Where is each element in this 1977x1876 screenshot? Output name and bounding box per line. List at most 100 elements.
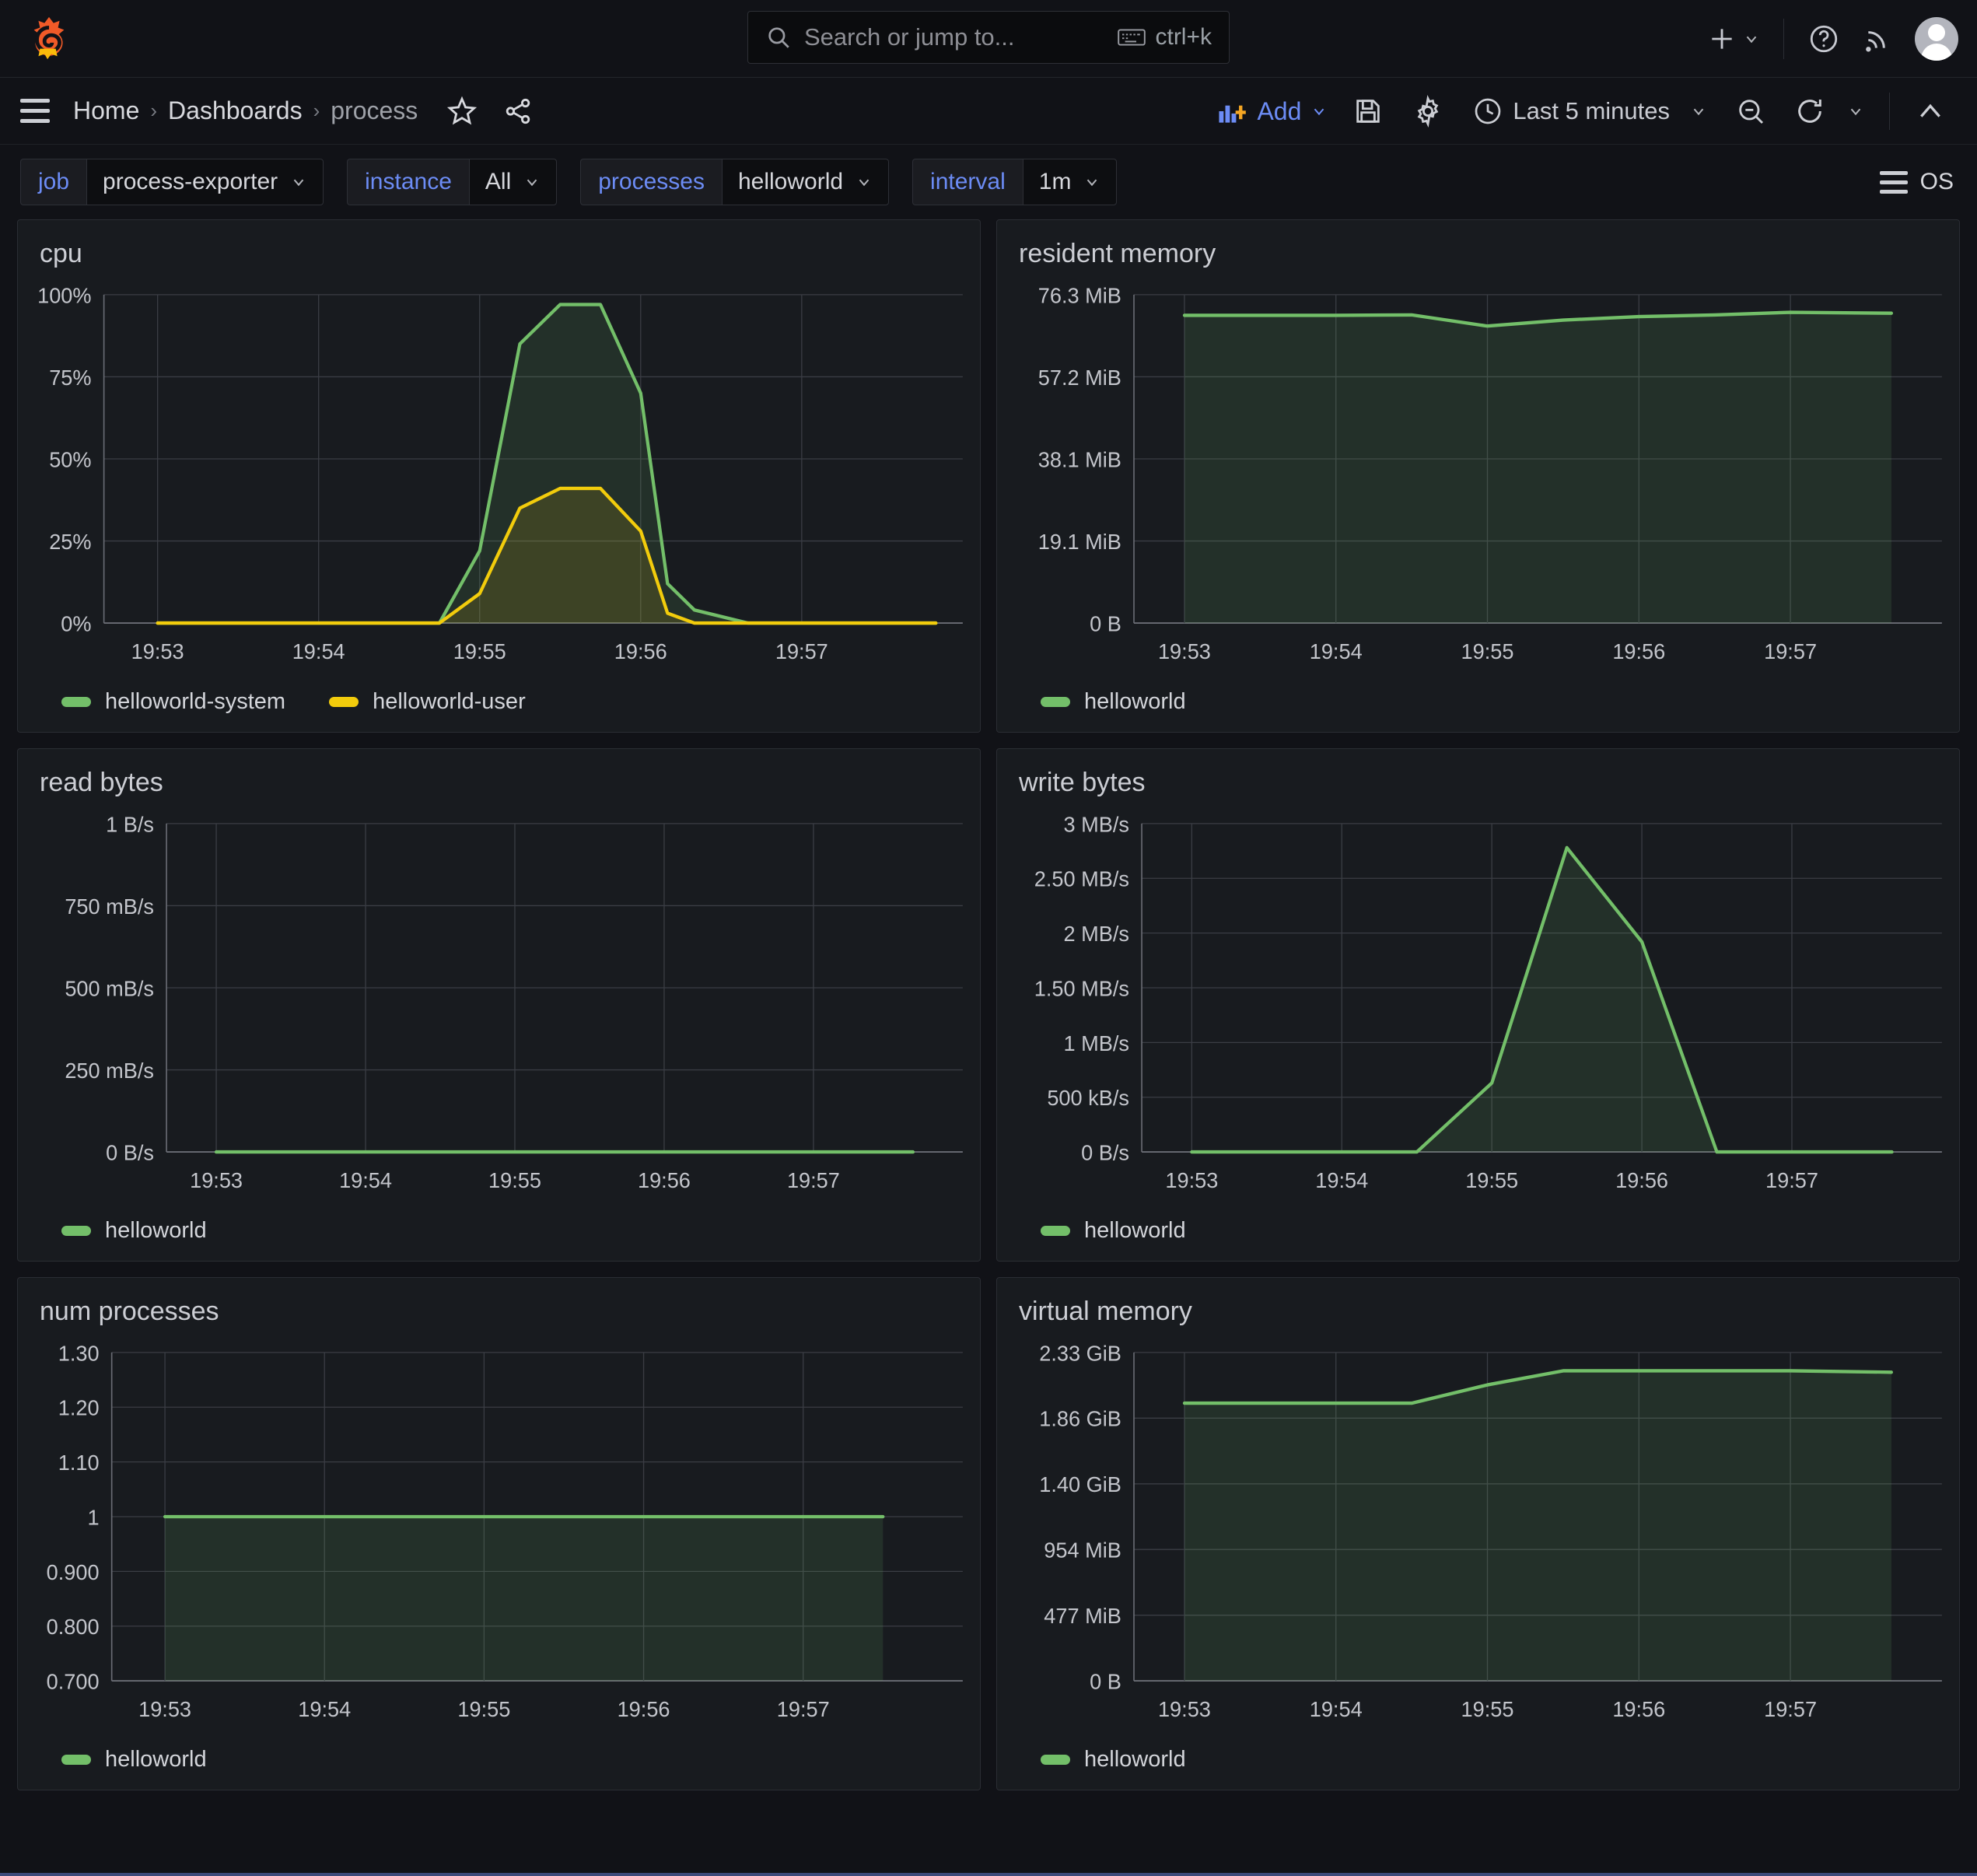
svg-text:19:53: 19:53 [138, 1696, 191, 1721]
gear-icon [1412, 95, 1444, 128]
os-row-label: OS [1920, 169, 1954, 195]
variable-select-processes[interactable]: helloworld [722, 159, 889, 205]
help-button[interactable] [1797, 23, 1851, 55]
search-shortcut-label: ctrl+k [1155, 24, 1212, 51]
save-dashboard-button[interactable] [1338, 96, 1398, 127]
svg-text:477 MiB: 477 MiB [1044, 1604, 1121, 1629]
svg-text:1.20: 1.20 [58, 1395, 100, 1420]
panel-cpu: cpu 0%25%50%75%100%19:5319:5419:5519:561… [17, 219, 981, 733]
template-variable-row: job process-exporter instance All proces… [0, 145, 1977, 219]
svg-text:500 mB/s: 500 mB/s [65, 976, 154, 1001]
refresh-dashboard-button[interactable] [1780, 96, 1878, 127]
zoom-out-time-button[interactable] [1721, 96, 1780, 127]
chevron-down-icon [1847, 103, 1864, 120]
svg-text:500 kB/s: 500 kB/s [1047, 1086, 1129, 1111]
legend-color-swatch [1041, 697, 1070, 707]
svg-text:19:55: 19:55 [1465, 1167, 1518, 1192]
chevron-down-icon [1310, 103, 1328, 120]
svg-text:1.10: 1.10 [58, 1451, 100, 1475]
global-search-box[interactable]: Search or jump to... ctrl+k [747, 11, 1230, 64]
breadcrumb-item-process[interactable]: process [331, 96, 418, 125]
news-button[interactable] [1851, 23, 1904, 54]
svg-text:19:53: 19:53 [1165, 1167, 1218, 1192]
rss-icon [1862, 23, 1893, 54]
panel-body-resident-memory[interactable]: 0 B19.1 MiB38.1 MiB57.2 MiB76.3 MiB19:53… [997, 277, 1959, 681]
legend-item[interactable]: helloworld [61, 1747, 207, 1773]
svg-text:19:57: 19:57 [1765, 1167, 1818, 1192]
svg-text:2.50 MB/s: 2.50 MB/s [1034, 866, 1129, 891]
svg-text:19:57: 19:57 [1764, 639, 1817, 663]
variable-label-interval[interactable]: interval [912, 159, 1023, 205]
panel-body-num-processes[interactable]: 0.7000.8000.90011.101.201.3019:5319:5419… [18, 1335, 980, 1739]
panel-title-write-bytes: write bytes [997, 749, 1959, 806]
legend-item[interactable]: helloworld-user [329, 689, 526, 715]
clock-icon [1472, 96, 1503, 127]
svg-text:1.50 MB/s: 1.50 MB/s [1034, 976, 1129, 1001]
variable-select-job[interactable]: process-exporter [86, 159, 324, 205]
legend-item[interactable]: helloworld-system [61, 689, 285, 715]
panel-legend-write-bytes: helloworld [997, 1210, 1959, 1261]
variable-value-job: process-exporter [103, 169, 278, 195]
legend-label: helloworld [105, 1747, 207, 1773]
hamburger-menu-icon[interactable] [20, 99, 50, 123]
top-navigation-bar: Search or jump to... ctrl+k [0, 0, 1977, 78]
svg-text:250 mB/s: 250 mB/s [65, 1059, 154, 1083]
svg-text:19:55: 19:55 [457, 1696, 510, 1721]
grafana-logo-icon[interactable] [25, 14, 73, 62]
variable-label-processes[interactable]: processes [580, 159, 722, 205]
avatar[interactable] [1915, 17, 1958, 61]
search-shortcut-hint: ctrl+k [1118, 24, 1212, 51]
collapse-toolbar-button[interactable] [1901, 96, 1960, 127]
svg-text:954 MiB: 954 MiB [1044, 1538, 1121, 1563]
dashboard-toolbar: Home › Dashboards › process [0, 78, 1977, 145]
add-panel-button[interactable]: Add [1207, 97, 1338, 126]
panel-body-read-bytes[interactable]: 0 B/s250 mB/s500 mB/s750 mB/s1 B/s19:531… [18, 806, 980, 1210]
svg-text:19:54: 19:54 [1310, 639, 1363, 663]
new-menu-button[interactable] [1696, 24, 1771, 54]
panel-legend-resident-memory: helloworld [997, 681, 1959, 732]
variable-job: job process-exporter [20, 159, 324, 205]
bottom-accent-strip [0, 1873, 1977, 1876]
legend-label: helloworld-system [105, 689, 285, 715]
panel-title-read-bytes: read bytes [18, 749, 980, 806]
panel-legend-virtual-memory: helloworld [997, 1739, 1959, 1790]
svg-text:1.30: 1.30 [58, 1341, 100, 1366]
panel-title-cpu: cpu [18, 220, 980, 277]
breadcrumb-separator: › [313, 99, 320, 123]
time-range-picker[interactable]: Last 5 minutes [1458, 96, 1721, 127]
svg-text:19:55: 19:55 [1461, 639, 1514, 663]
panel-body-cpu[interactable]: 0%25%50%75%100%19:5319:5419:5519:5619:57 [18, 277, 980, 681]
variable-processes: processes helloworld [580, 159, 889, 205]
variable-label-instance[interactable]: instance [347, 159, 469, 205]
search-input[interactable]: Search or jump to... [804, 23, 1105, 51]
svg-text:19:56: 19:56 [1615, 1167, 1668, 1192]
breadcrumb-item-home[interactable]: Home [73, 96, 139, 125]
legend-item[interactable]: helloworld [1041, 1747, 1186, 1773]
svg-text:19:54: 19:54 [1310, 1696, 1363, 1721]
star-icon[interactable] [446, 95, 478, 128]
panel-title-resident-memory: resident memory [997, 220, 1959, 277]
variable-value-processes: helloworld [738, 169, 843, 195]
legend-label: helloworld [1084, 1218, 1186, 1244]
legend-item[interactable]: helloworld [1041, 689, 1186, 715]
panel-legend-cpu: helloworld-system helloworld-user [18, 681, 980, 732]
zoom-out-icon [1735, 96, 1766, 127]
variable-select-instance[interactable]: All [469, 159, 557, 205]
dashboard-settings-button[interactable] [1398, 95, 1458, 128]
legend-color-swatch [61, 697, 91, 707]
legend-label: helloworld [1084, 1747, 1186, 1773]
top-navigation-actions [1696, 0, 1958, 78]
os-row-toggle[interactable]: OS [1880, 169, 1954, 195]
svg-text:0.700: 0.700 [47, 1669, 100, 1694]
panel-body-write-bytes[interactable]: 0 B/s500 kB/s1 MB/s1.50 MB/s2 MB/s2.50 M… [997, 806, 1959, 1210]
legend-item[interactable]: helloworld [61, 1218, 207, 1244]
variable-select-interval[interactable]: 1m [1023, 159, 1118, 205]
variable-label-job[interactable]: job [20, 159, 86, 205]
breadcrumb-separator: › [150, 99, 157, 123]
breadcrumb-item-dashboards[interactable]: Dashboards [168, 96, 303, 125]
panel-body-virtual-memory[interactable]: 0 B477 MiB954 MiB1.40 GiB1.86 GiB2.33 Gi… [997, 1335, 1959, 1739]
share-icon[interactable] [502, 95, 534, 128]
legend-item[interactable]: helloworld [1041, 1218, 1186, 1244]
chevron-down-icon [523, 173, 541, 191]
svg-text:25%: 25% [49, 530, 91, 555]
